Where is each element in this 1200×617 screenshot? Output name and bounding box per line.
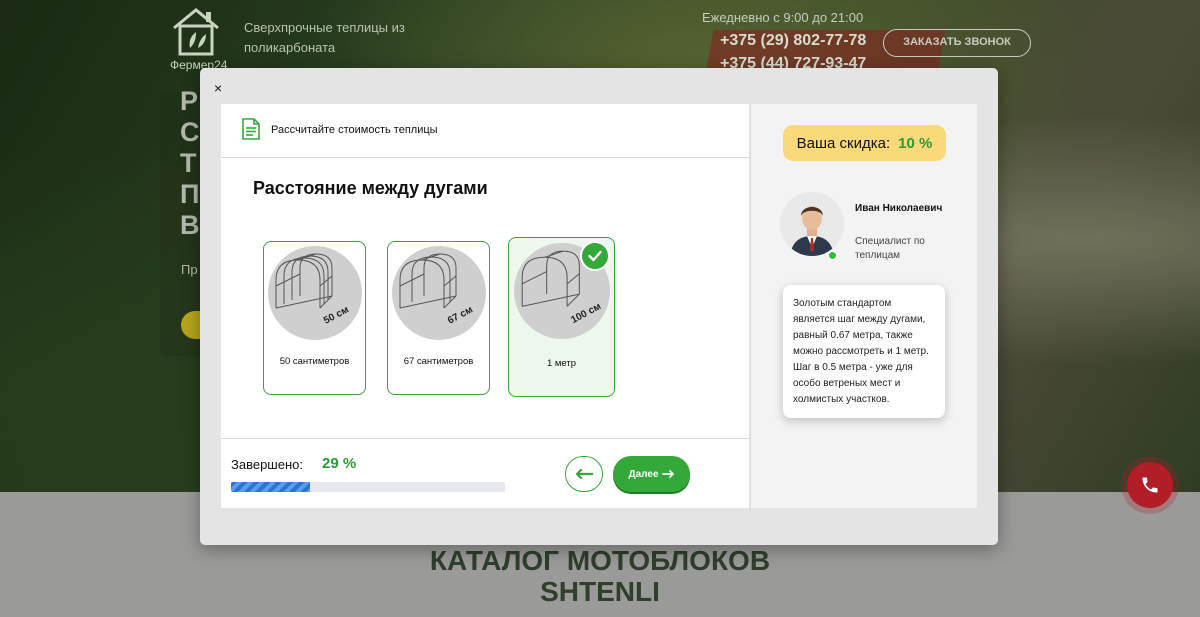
consultant-tip: Золотым стандартом является шаг между ду… [783,285,945,418]
greenhouse-image: 50 см [268,246,362,340]
quiz-header: Рассчитайте стоимость теплицы [221,104,749,158]
consultant-name: Иван Николаевич [855,203,943,214]
hero-heading-line: Т [180,148,197,178]
check-icon [588,250,602,262]
catalog-title-line: SHTENLI [540,576,660,607]
quiz-footer: Завершено: 29 % Далее [221,438,749,508]
consultant-role: Специалист по теплицам [855,236,925,261]
greenhouse-icon [275,253,333,309]
hero-heading-line: П [180,179,200,209]
arrow-right-icon [661,470,674,478]
hero-heading-line: С [180,117,200,147]
catalog-title: КАТАЛОГ МОТОБЛОКОВ SHTENLI [0,545,1200,607]
option-label: 50 сантиметров [279,356,350,367]
question-title: Расстояние между дугами [253,178,488,198]
option-label: 67 сантиметров [403,356,474,367]
avatar [780,192,844,256]
document-icon [242,118,260,140]
close-icon[interactable]: × [214,81,226,95]
catalog-title-line: КАТАЛОГ МОТОБЛОКОВ [429,545,771,576]
arrow-left-icon [575,469,593,479]
hero-heading: Р С Т П В [180,86,200,241]
callback-button[interactable]: ЗАКАЗАТЬ ЗВОНОК [883,29,1031,57]
quiz-title: Рассчитайте стоимость теплицы [271,124,438,136]
progress-label: Завершено: [231,457,303,472]
next-button-label: Далее [628,468,659,480]
phone-number-1[interactable]: +375 (29) 802-77-78 [720,32,866,50]
next-button[interactable]: Далее [613,456,690,492]
site-tagline: Сверхпрочные теплицы из поликарбоната [244,20,405,55]
hero-heading-line: В [180,210,200,240]
greenhouse-icon [399,253,457,309]
option-50cm[interactable]: 50 см 50 сантиметров [263,241,366,395]
progress-bar-fill [231,482,311,492]
quiz-panel: Рассчитайте стоимость теплицы Расстояние… [221,104,749,508]
consultant-panel: Ваша скидка: 10 % Иван Николаевич Специа… [750,104,977,508]
option-label: 1 метр [546,358,577,369]
online-status-indicator [827,250,838,261]
progress-bar [231,482,505,492]
discount-badge: Ваша скидка: 10 % [783,125,946,161]
back-button[interactable] [565,456,603,492]
house-leaf-logo-icon[interactable] [170,6,222,56]
phone-icon [1142,477,1158,493]
hero-heading-line: Р [180,86,199,116]
hero-subtext: Пр [181,262,198,277]
greenhouse-image: 67 см [392,246,486,340]
option-1m[interactable]: 100 см 1 метр [508,237,615,397]
working-hours: Ежедневно с 9:00 до 21:00 [702,10,864,25]
floating-call-button[interactable] [1127,462,1173,508]
progress-value: 29 % [322,455,357,472]
calculator-modal: × Рассчитайте стоимость теплицы Расстоян… [200,68,998,545]
option-67cm[interactable]: 67 см 67 сантиметров [387,241,490,395]
discount-label: Ваша скидка: [796,134,891,152]
discount-value: 10 % [898,134,933,152]
consultant-photo [780,192,844,256]
selected-badge [580,241,610,271]
